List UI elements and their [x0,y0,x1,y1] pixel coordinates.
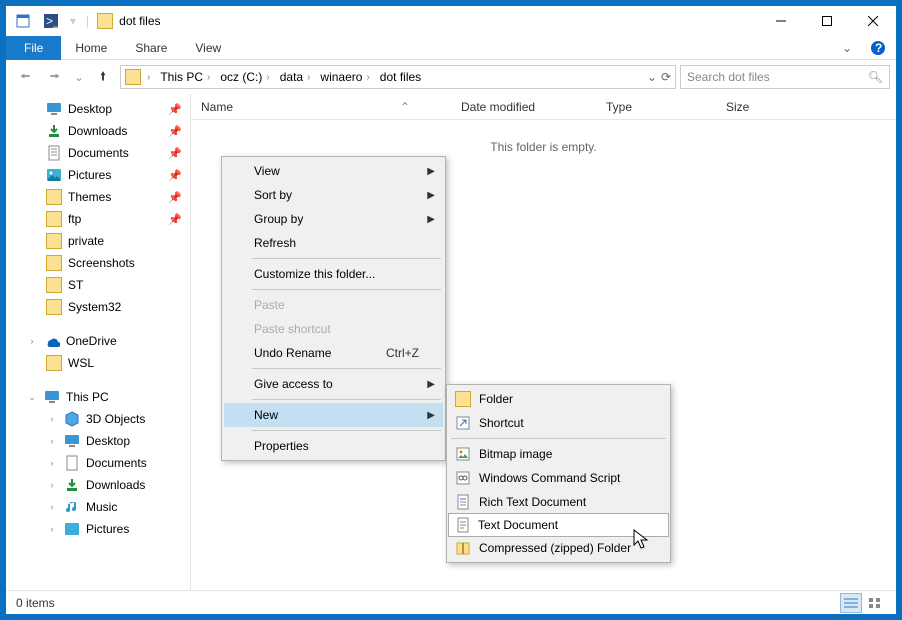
search-placeholder: Search dot files [687,70,770,84]
col-date[interactable]: Date modified [451,100,596,114]
search-input[interactable]: Search dot files 🔍︎ [680,65,890,89]
sidebar-3dobjects[interactable]: ›3D Objects [6,408,190,430]
navigation-pane[interactable]: Desktop📌 Downloads📌 Documents📌 Pictures📌… [6,94,191,590]
crumb-dotfiles[interactable]: dot files [376,66,425,88]
sidebar-pc-desktop[interactable]: ›Desktop [6,430,190,452]
file-explorer-window: >_ ▾ | dot files File Home Share View ⌄ … [5,5,897,615]
ctx-paste-shortcut: Paste shortcut [224,317,443,341]
ctx-paste: Paste [224,293,443,317]
help-button[interactable]: ? [860,40,896,56]
new-bitmap[interactable]: Bitmap image [449,442,668,466]
qat-properties[interactable] [12,10,34,32]
column-headers: Name⌃ Date modified Type Size [191,94,896,120]
ctx-give-access[interactable]: Give access to▶ [224,372,443,396]
folder-icon [455,391,471,407]
nav-row: 🠘 🠚 ⌄ 🠙 › This PC› ocz (C:)› data› winae… [6,60,896,94]
back-button[interactable]: 🠘 [12,64,38,90]
ctx-new[interactable]: New▶ [224,403,443,427]
sidebar-item-desktop[interactable]: Desktop📌 [6,98,190,120]
window-title: dot files [119,14,160,28]
up-button[interactable]: 🠙 [90,64,116,90]
sidebar-item-ftp[interactable]: ftp📌 [6,208,190,230]
sidebar-thispc[interactable]: ⌄This PC [6,386,190,408]
titlebar: >_ ▾ | dot files [6,6,896,36]
zip-icon [455,540,471,556]
ctx-undo[interactable]: Undo RenameCtrl+Z [224,341,443,365]
ctx-sort[interactable]: Sort by▶ [224,183,443,207]
sidebar-pc-documents[interactable]: ›Documents [6,452,190,474]
shortcut-icon [455,415,471,431]
crumb-thispc[interactable]: This PC› [156,66,214,88]
svg-text:>_: >_ [46,14,58,28]
new-shortcut[interactable]: Shortcut [449,411,668,435]
empty-folder-message: This folder is empty. [191,120,896,154]
ctx-properties[interactable]: Properties [224,434,443,458]
recent-dropdown[interactable]: ⌄ [72,64,86,90]
new-folder[interactable]: Folder [449,387,668,411]
refresh-icon[interactable]: ⟳ [661,70,671,84]
svg-text:?: ? [875,41,882,55]
tab-home[interactable]: Home [61,36,121,60]
file-tab[interactable]: File [6,36,61,60]
sidebar-item-system32[interactable]: System32 [6,296,190,318]
folder-icon [125,69,141,85]
ctx-customize[interactable]: Customize this folder... [224,262,443,286]
sidebar-onedrive[interactable]: ›OneDrive [6,330,190,352]
close-button[interactable] [850,6,896,36]
qat-powershell[interactable]: >_ [40,10,62,32]
details-view-button[interactable] [840,593,862,613]
col-size[interactable]: Size [716,100,816,114]
sidebar-item-themes[interactable]: Themes📌 [6,186,190,208]
qat-dropdown[interactable]: ▾ [70,14,76,28]
crumb-data[interactable]: data› [276,66,315,88]
ribbon: File Home Share View ⌄ ? [6,36,896,60]
new-submenu: Folder Shortcut Bitmap image Windows Com… [446,384,671,563]
crumb-drive[interactable]: ocz (C:)› [216,66,273,88]
item-count: 0 items [16,596,55,610]
sidebar-item-private[interactable]: private [6,230,190,252]
txt-icon [455,517,471,533]
new-txt[interactable]: Text Document [448,513,669,537]
ctx-refresh[interactable]: Refresh [224,231,443,255]
address-bar[interactable]: › This PC› ocz (C:)› data› winaero› dot … [120,65,676,89]
sidebar-item-st[interactable]: ST [6,274,190,296]
sidebar-item-screenshots[interactable]: Screenshots [6,252,190,274]
cmd-icon [455,470,471,486]
ribbon-expand[interactable]: ⌄ [834,41,860,55]
sidebar-pc-downloads[interactable]: ›Downloads [6,474,190,496]
forward-button[interactable]: 🠚 [42,64,68,90]
ctx-group[interactable]: Group by▶ [224,207,443,231]
status-bar: 0 items [6,590,896,614]
sidebar-wsl[interactable]: WSL [6,352,190,374]
sidebar-item-documents[interactable]: Documents📌 [6,142,190,164]
bitmap-icon [455,446,471,462]
sidebar-pc-music[interactable]: ›Music [6,496,190,518]
search-icon[interactable]: 🔍︎ [868,70,883,84]
crumb-winaero[interactable]: winaero› [316,66,373,88]
new-rtf[interactable]: Rich Text Document [449,490,668,514]
rtf-icon [455,494,471,510]
new-cmd[interactable]: Windows Command Script [449,466,668,490]
tab-share[interactable]: Share [121,36,181,60]
tab-view[interactable]: View [181,36,235,60]
address-dropdown[interactable]: ⌄ [647,70,657,84]
maximize-button[interactable] [804,6,850,36]
minimize-button[interactable] [758,6,804,36]
sidebar-item-downloads[interactable]: Downloads📌 [6,120,190,142]
context-menu: View▶ Sort by▶ Group by▶ Refresh Customi… [221,156,446,461]
folder-icon [97,13,113,29]
new-zip[interactable]: Compressed (zipped) Folder [449,536,668,560]
sidebar-item-pictures[interactable]: Pictures📌 [6,164,190,186]
ctx-view[interactable]: View▶ [224,159,443,183]
icons-view-button[interactable] [864,593,886,613]
col-name[interactable]: Name⌃ [191,100,451,114]
sidebar-pc-pictures[interactable]: ›Pictures [6,518,190,540]
col-type[interactable]: Type [596,100,716,114]
